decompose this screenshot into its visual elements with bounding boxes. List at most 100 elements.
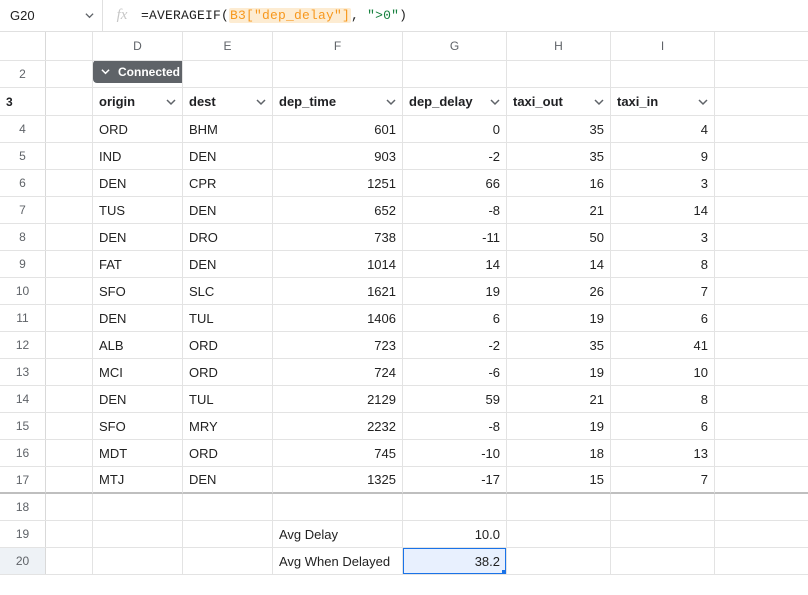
cell[interactable]: 14 <box>611 197 715 223</box>
connected-table-banner[interactable]: Connected table 7,213,446 rows <box>93 61 183 83</box>
column-header-origin[interactable]: origin <box>93 88 183 115</box>
select-all-corner[interactable] <box>0 32 46 60</box>
column-header[interactable]: H <box>507 32 611 60</box>
cell[interactable] <box>183 548 273 574</box>
cell[interactable]: 14 <box>403 251 507 277</box>
cell[interactable]: 723 <box>273 332 403 358</box>
cell[interactable]: TUS <box>93 197 183 223</box>
cell-avg-delay-label[interactable]: Avg Delay <box>273 521 403 547</box>
cell[interactable]: IND <box>93 143 183 169</box>
cell[interactable] <box>46 386 93 412</box>
cell[interactable] <box>183 61 273 87</box>
cell[interactable]: MTJ <box>93 467 183 494</box>
cell[interactable]: DEN <box>183 197 273 223</box>
column-header-taxi-in[interactable]: taxi_in <box>611 88 715 115</box>
cell[interactable] <box>611 548 715 574</box>
cell[interactable]: -10 <box>403 440 507 466</box>
cell[interactable]: 6 <box>611 305 715 331</box>
cell[interactable]: DEN <box>93 386 183 412</box>
cell[interactable] <box>46 413 93 439</box>
cell[interactable]: ORD <box>183 332 273 358</box>
cell[interactable]: 8 <box>611 251 715 277</box>
formula-input[interactable]: =AVERAGEIF(B3["dep_delay"], ">0") <box>141 8 808 23</box>
cell[interactable] <box>403 61 507 87</box>
chevron-down-icon[interactable] <box>256 97 266 107</box>
row-header[interactable]: 19 <box>0 521 46 547</box>
cell[interactable]: 2129 <box>273 386 403 412</box>
cell[interactable] <box>507 521 611 547</box>
cell[interactable] <box>403 494 507 520</box>
cell[interactable] <box>46 521 93 547</box>
cell[interactable]: 3 <box>611 170 715 196</box>
cell[interactable]: 6 <box>611 413 715 439</box>
cell[interactable]: SLC <box>183 278 273 304</box>
cell[interactable]: BHM <box>183 116 273 142</box>
column-header[interactable]: E <box>183 32 273 60</box>
cell[interactable]: 19 <box>507 305 611 331</box>
cell[interactable] <box>46 170 93 196</box>
cell[interactable]: 19 <box>507 413 611 439</box>
row-header[interactable]: 12 <box>0 332 46 358</box>
cell[interactable]: ORD <box>183 359 273 385</box>
formula-bar[interactable]: fx =AVERAGEIF(B3["dep_delay"], ">0") <box>102 0 808 31</box>
chevron-down-icon[interactable] <box>698 97 708 107</box>
row-header[interactable]: 4 <box>0 116 46 142</box>
cell[interactable]: 35 <box>507 116 611 142</box>
cell[interactable]: 59 <box>403 386 507 412</box>
cell[interactable]: DEN <box>183 143 273 169</box>
cell[interactable] <box>46 224 93 250</box>
cell[interactable]: 26 <box>507 278 611 304</box>
chevron-down-icon[interactable] <box>594 97 604 107</box>
row-header[interactable]: 13 <box>0 359 46 385</box>
cell[interactable] <box>183 494 273 520</box>
cell[interactable]: 6 <box>403 305 507 331</box>
column-header[interactable] <box>46 32 93 60</box>
cell[interactable] <box>183 521 273 547</box>
cell[interactable]: Connected table 7,213,446 rows <box>93 61 183 87</box>
cell[interactable]: ORD <box>93 116 183 142</box>
row-header[interactable]: 6 <box>0 170 46 196</box>
cell[interactable]: -11 <box>403 224 507 250</box>
cell[interactable]: 19 <box>403 278 507 304</box>
row-header[interactable]: 20 <box>0 548 46 574</box>
cell[interactable] <box>46 359 93 385</box>
cell-avg-delay-value[interactable]: 10.0 <box>403 521 507 547</box>
cell[interactable]: 16 <box>507 170 611 196</box>
cell[interactable]: SFO <box>93 278 183 304</box>
cell[interactable]: DEN <box>93 305 183 331</box>
cell[interactable]: 652 <box>273 197 403 223</box>
cell[interactable]: 35 <box>507 143 611 169</box>
cell[interactable] <box>611 521 715 547</box>
cell[interactable]: 14 <box>507 251 611 277</box>
cell[interactable] <box>46 61 93 87</box>
cell[interactable]: 21 <box>507 386 611 412</box>
cell[interactable]: SFO <box>93 413 183 439</box>
cell[interactable]: 724 <box>273 359 403 385</box>
cell[interactable]: TUL <box>183 305 273 331</box>
cell[interactable] <box>273 494 403 520</box>
cell[interactable]: DRO <box>183 224 273 250</box>
chevron-down-icon[interactable] <box>386 97 396 107</box>
cell[interactable] <box>46 251 93 277</box>
cell[interactable]: DEN <box>183 467 273 494</box>
row-header[interactable]: 9 <box>0 251 46 277</box>
row-header[interactable]: 16 <box>0 440 46 466</box>
cell[interactable]: 7 <box>611 278 715 304</box>
row-header[interactable]: 15 <box>0 413 46 439</box>
cell[interactable] <box>46 548 93 574</box>
cell[interactable]: 7 <box>611 467 715 494</box>
cell[interactable]: 66 <box>403 170 507 196</box>
cell[interactable] <box>46 88 93 115</box>
cell-g20-selected[interactable]: 38.2 <box>403 548 507 574</box>
cell[interactable]: CPR <box>183 170 273 196</box>
cell[interactable] <box>46 494 93 520</box>
cell[interactable]: 0 <box>403 116 507 142</box>
cell[interactable]: 1014 <box>273 251 403 277</box>
name-box[interactable]: G20 <box>0 0 102 31</box>
cell[interactable] <box>93 494 183 520</box>
cell[interactable]: 50 <box>507 224 611 250</box>
chevron-down-icon[interactable] <box>166 97 176 107</box>
cell[interactable] <box>46 116 93 142</box>
cell[interactable]: TUL <box>183 386 273 412</box>
cell[interactable]: 903 <box>273 143 403 169</box>
